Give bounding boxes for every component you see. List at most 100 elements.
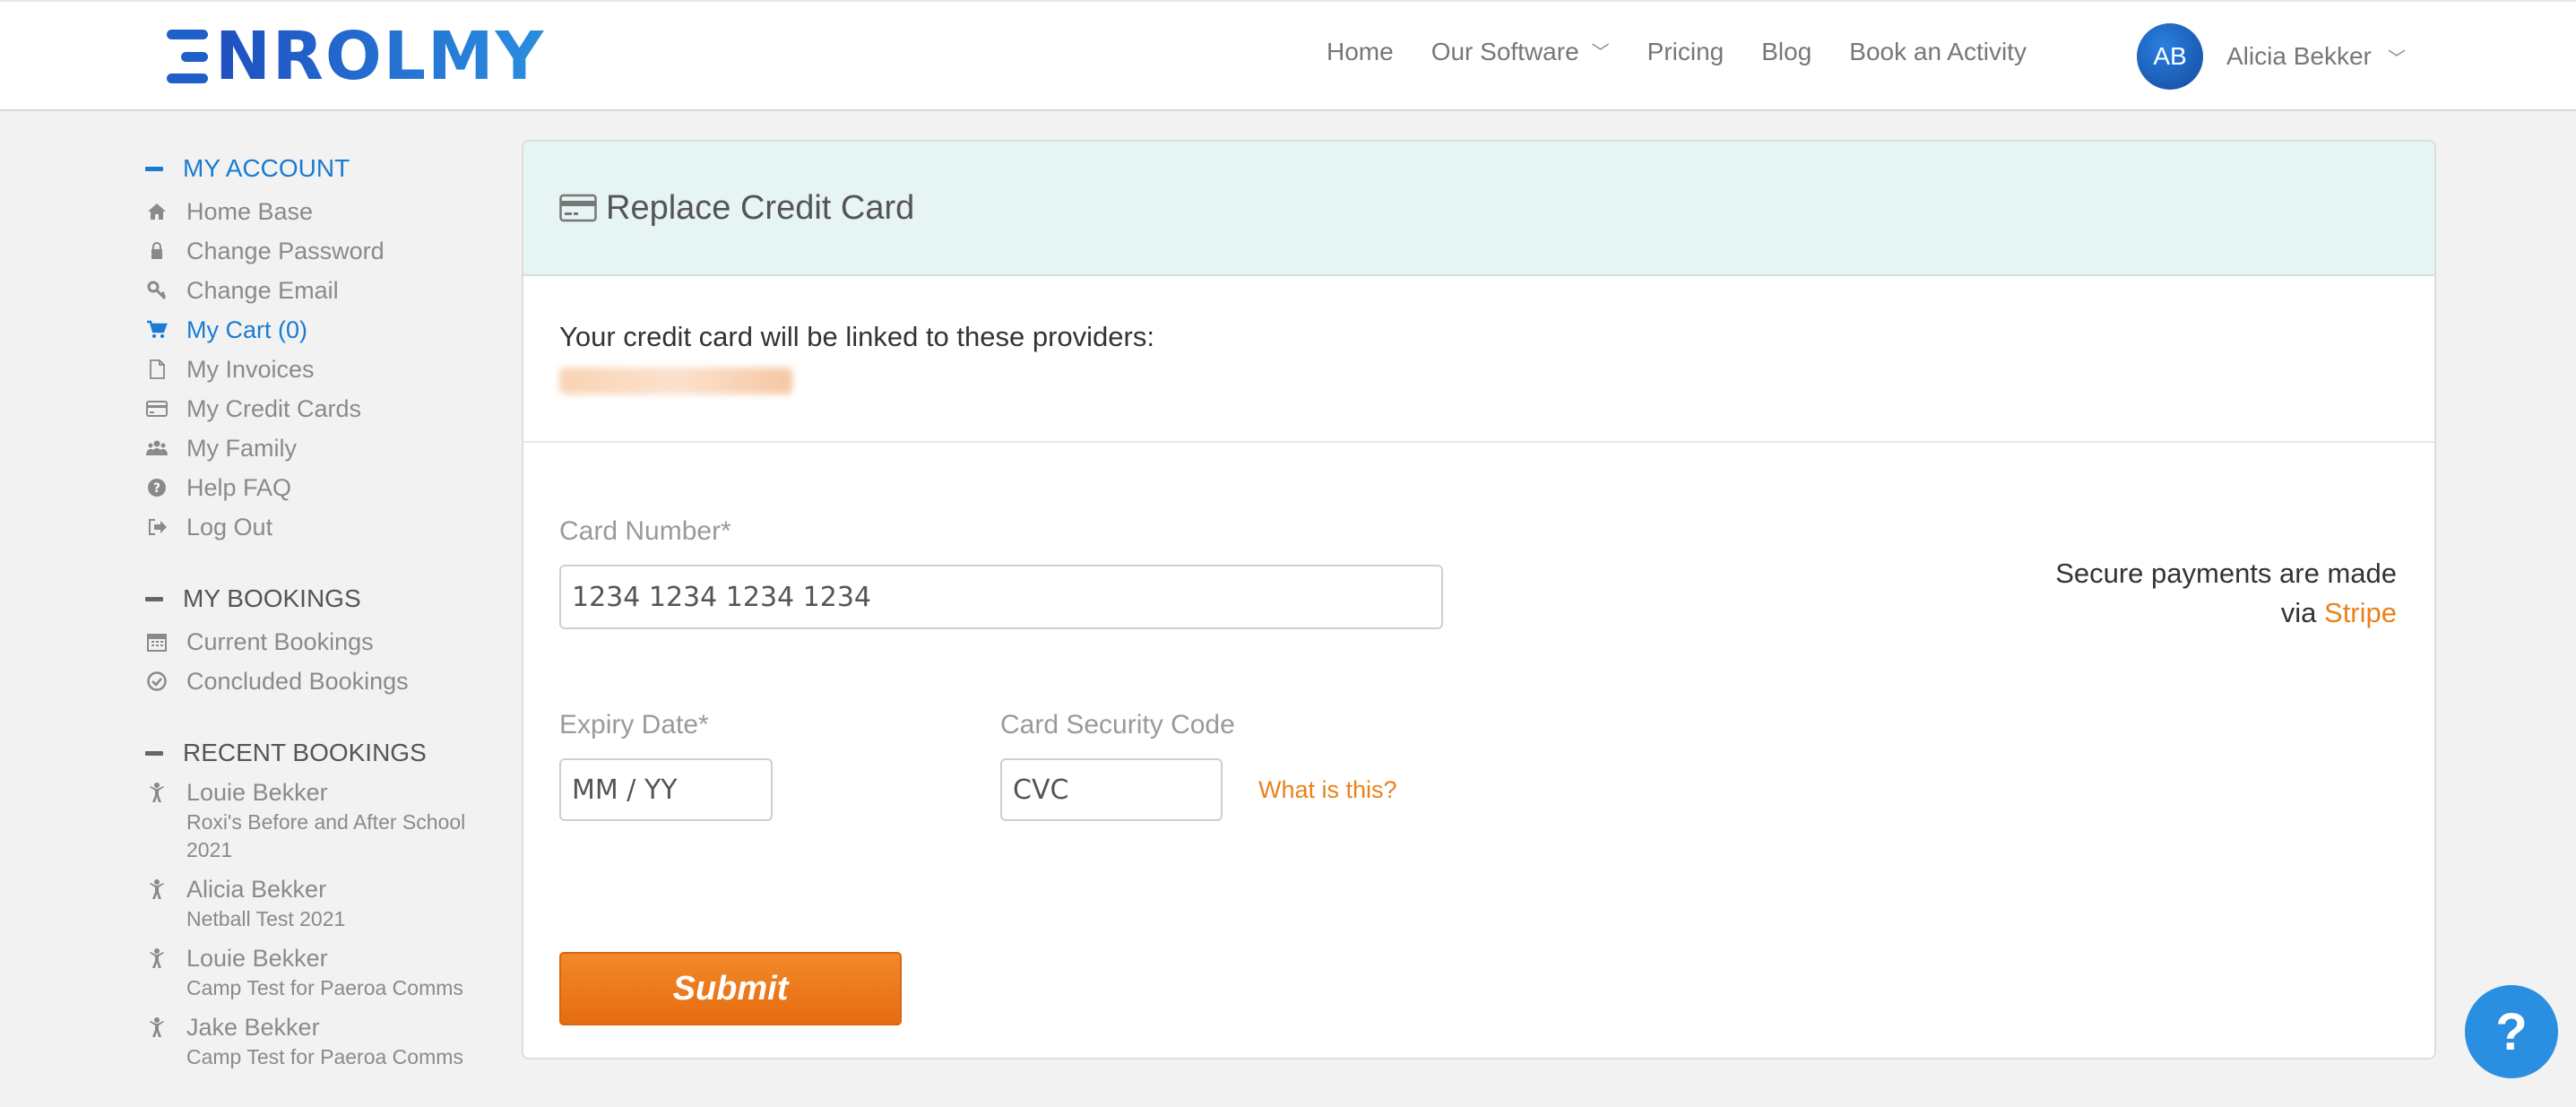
- sidebar-item-label: Concluded Bookings: [186, 667, 409, 695]
- cvc-help-link[interactable]: What is this?: [1258, 776, 1397, 804]
- sidebar-item-label: My Invoices: [186, 355, 315, 383]
- main-nav: Home Our Software ﹀ Pricing Blog Book an …: [1327, 38, 2064, 66]
- avatar[interactable]: AB: [2137, 23, 2203, 90]
- child-icon: [145, 782, 169, 803]
- providers-section: Your credit card will be linked to these…: [523, 276, 2434, 443]
- my-bookings-section: MY BOOKINGS Current Bookings Concluded B…: [145, 583, 504, 701]
- booking-activity-name: Camp Test for Paeroa Comms: [186, 976, 463, 999]
- booking-activity-name: Netball Test 2021: [186, 907, 346, 930]
- credit-card-icon: [145, 398, 169, 419]
- collapse-dash-icon: [145, 166, 163, 171]
- cart-icon: [145, 319, 169, 341]
- credit-card-icon: [559, 194, 597, 222]
- booking-activity-name: Roxi's Before and After School 2021: [186, 810, 466, 861]
- booking-person-name: Louie Bekker: [186, 945, 328, 972]
- sidebar-item-label: Home Base: [186, 197, 314, 225]
- expiry-date-input[interactable]: MM / YY: [559, 758, 773, 821]
- sidebar-item-label: Change Password: [186, 237, 385, 264]
- top-navigation-bar: NROLMY Home Our Software ﹀ Pricing Blog B…: [0, 0, 2576, 111]
- sidebar-item-label: Log Out: [186, 513, 273, 541]
- nav-pricing[interactable]: Pricing: [1647, 38, 1725, 66]
- child-icon: [145, 947, 169, 969]
- sidebar-item-label: My Credit Cards: [186, 394, 362, 422]
- recent-booking-item[interactable]: Louie Bekker Camp Test for Paeroa Comms: [145, 942, 504, 1002]
- sidebar-item-label: My Family: [186, 434, 297, 462]
- chevron-down-icon[interactable]: ﹀: [2388, 44, 2406, 70]
- secure-payments-via-line: via Stripe: [2055, 593, 2397, 633]
- enrolmy-logo[interactable]: NROLMY: [167, 18, 546, 95]
- recent-bookings-section: RECENT BOOKINGS Louie Bekker Roxi's Befo…: [145, 737, 504, 1071]
- collapse-dash-icon: [145, 750, 163, 756]
- nav-book-activity[interactable]: Book an Activity: [1849, 38, 2027, 66]
- recent-booking-item[interactable]: Louie Bekker Roxi's Before and After Sch…: [145, 776, 504, 864]
- nav-home[interactable]: Home: [1327, 38, 1394, 66]
- key-icon: [145, 280, 169, 301]
- sidebar: MY ACCOUNT Home Base Change Password Cha…: [145, 152, 504, 1107]
- child-icon: [145, 878, 169, 900]
- nav-blog[interactable]: Blog: [1761, 38, 1811, 66]
- my-account-heading[interactable]: MY ACCOUNT: [145, 152, 504, 185]
- my-bookings-title: MY BOOKINGS: [183, 584, 361, 612]
- document-icon: [145, 359, 169, 380]
- user-menu[interactable]: AB Alicia Bekker ﹀: [2137, 23, 2406, 90]
- svg-text:?: ?: [153, 481, 160, 496]
- collapse-dash-icon: [145, 596, 163, 601]
- help-button[interactable]: ?: [2465, 985, 2558, 1078]
- sidebar-item-label: Current Bookings: [186, 627, 374, 655]
- providers-label: Your credit card will be linked to these…: [559, 321, 1154, 352]
- nav-our-software-label: Our Software: [1431, 38, 1579, 65]
- sidebar-item-help-faq[interactable]: ? Help FAQ: [145, 468, 504, 507]
- sidebar-item-change-email[interactable]: Change Email: [145, 271, 504, 310]
- booking-activity-name: Camp Test for Paeroa Comms: [186, 1045, 463, 1068]
- check-circle-icon: [145, 670, 169, 692]
- sidebar-item-concluded-bookings[interactable]: Concluded Bookings: [145, 662, 504, 701]
- booking-person-name: Jake Bekker: [186, 1014, 320, 1041]
- question-icon: ?: [145, 477, 169, 498]
- expiry-date-label: Expiry Date*: [559, 710, 709, 739]
- panel-header: Replace Credit Card: [523, 142, 2434, 276]
- replace-credit-card-panel: Replace Credit Card Your credit card wil…: [522, 140, 2436, 1059]
- secure-payments-text: Secure payments are made: [2055, 558, 2397, 589]
- recent-bookings-title: RECENT BOOKINGS: [183, 739, 427, 766]
- calendar-icon: [145, 631, 169, 653]
- page-title: Replace Credit Card: [606, 188, 915, 227]
- sidebar-item-my-credit-cards[interactable]: My Credit Cards: [145, 389, 504, 428]
- child-icon: [145, 1016, 169, 1038]
- sidebar-item-home-base[interactable]: Home Base: [145, 192, 504, 231]
- sidebar-item-log-out[interactable]: Log Out: [145, 507, 504, 547]
- sidebar-item-current-bookings[interactable]: Current Bookings: [145, 622, 504, 662]
- cvc-input[interactable]: CVC: [1000, 758, 1223, 821]
- sidebar-item-my-invoices[interactable]: My Invoices: [145, 350, 504, 389]
- lock-icon: [145, 240, 169, 262]
- logout-icon: [145, 516, 169, 538]
- recent-booking-item[interactable]: Jake Bekker Camp Test for Paeroa Comms: [145, 1011, 504, 1071]
- nav-our-software[interactable]: Our Software ﹀: [1431, 38, 1610, 66]
- booking-person-name: Louie Bekker: [186, 779, 328, 806]
- card-number-label: Card Number*: [559, 516, 731, 546]
- family-icon: [145, 437, 169, 459]
- chevron-down-icon: ﹀: [1591, 43, 1610, 63]
- sidebar-item-label: Change Email: [186, 276, 339, 304]
- user-name[interactable]: Alicia Bekker: [2226, 42, 2372, 71]
- logo-wordmark: NROLMY: [215, 18, 546, 95]
- recent-booking-item[interactable]: Alicia Bekker Netball Test 2021: [145, 873, 504, 933]
- sidebar-item-label: Help FAQ: [186, 473, 292, 501]
- my-account-section: MY ACCOUNT Home Base Change Password Cha…: [145, 152, 504, 547]
- sidebar-item-change-password[interactable]: Change Password: [145, 231, 504, 271]
- booking-person-name: Alicia Bekker: [186, 876, 327, 903]
- recent-bookings-heading[interactable]: RECENT BOOKINGS: [145, 737, 504, 769]
- my-account-title: MY ACCOUNT: [183, 154, 350, 182]
- card-form: Card Number* 1234 1234 1234 1234 Secure …: [523, 443, 2434, 1058]
- sidebar-item-my-family[interactable]: My Family: [145, 428, 504, 468]
- sidebar-item-label: My Cart (0): [186, 316, 307, 343]
- submit-button[interactable]: Submit: [559, 952, 902, 1025]
- my-bookings-heading[interactable]: MY BOOKINGS: [145, 583, 504, 615]
- home-icon: [145, 201, 169, 222]
- secure-via-text: via: [2280, 597, 2317, 628]
- card-number-input[interactable]: 1234 1234 1234 1234: [559, 565, 1443, 629]
- sidebar-item-my-cart[interactable]: My Cart (0): [145, 310, 504, 350]
- secure-payments-note: Secure payments are made via Stripe: [2055, 554, 2397, 633]
- cvc-label: Card Security Code: [1000, 710, 1235, 739]
- provider-name-redacted: [559, 368, 792, 394]
- stripe-link[interactable]: Stripe: [2324, 597, 2397, 628]
